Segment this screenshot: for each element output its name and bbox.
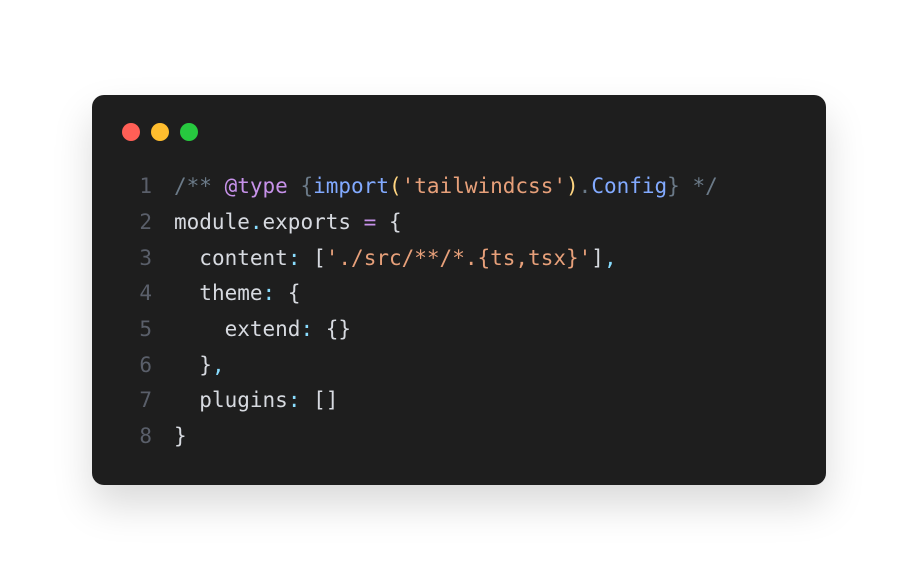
- code-line: 4 theme: {: [122, 276, 796, 312]
- token-identifier: exports: [263, 210, 352, 234]
- code-content: plugins: []: [174, 383, 338, 419]
- line-number: 7: [122, 383, 152, 419]
- code-content: }: [174, 419, 187, 455]
- token-colon: :: [263, 281, 288, 305]
- token-brace: {: [288, 281, 301, 305]
- code-line: 3 content: ['./src/**/*.{ts,tsx}'],: [122, 241, 796, 277]
- token-colon: :: [288, 246, 313, 270]
- token-paren: (: [389, 174, 402, 198]
- token-bracket: [: [313, 246, 326, 270]
- token-string: 'tailwindcss': [402, 174, 566, 198]
- token-comma: ,: [604, 246, 617, 270]
- maximize-icon[interactable]: [180, 123, 198, 141]
- line-number: 4: [122, 276, 152, 312]
- code-content: module.exports = {: [174, 205, 402, 241]
- token-indent: [174, 353, 199, 377]
- token-dot: .: [250, 210, 263, 234]
- token-brackets: []: [313, 388, 338, 412]
- line-number: 8: [122, 419, 152, 455]
- token-key: plugins: [199, 388, 288, 412]
- token-indent: [174, 317, 225, 341]
- token-colon: :: [288, 388, 313, 412]
- token-paren: ): [566, 174, 579, 198]
- code-content: extend: {}: [174, 312, 351, 348]
- code-content: theme: {: [174, 276, 300, 312]
- code-content: },: [174, 348, 225, 384]
- token-space: [288, 174, 301, 198]
- token-indent: [174, 246, 199, 270]
- token-brace: {: [300, 174, 313, 198]
- token-import: import: [313, 174, 389, 198]
- token-bracket: ]: [591, 246, 604, 270]
- code-area[interactable]: 1 /** @type {import('tailwindcss').Confi…: [122, 169, 796, 455]
- token-comment: */: [680, 174, 718, 198]
- token-brace: {: [389, 210, 402, 234]
- code-line: 8 }: [122, 419, 796, 455]
- token-key: content: [199, 246, 288, 270]
- line-number: 5: [122, 312, 152, 348]
- token-dot: .: [579, 174, 592, 198]
- token-operator: =: [351, 210, 389, 234]
- token-key: extend: [225, 317, 301, 341]
- token-colon: :: [300, 317, 325, 341]
- token-string: './src/**/*.{ts,tsx}': [326, 246, 592, 270]
- token-comma: ,: [212, 353, 225, 377]
- code-editor-window: 1 /** @type {import('tailwindcss').Confi…: [92, 95, 826, 485]
- line-number: 6: [122, 348, 152, 384]
- code-line: 5 extend: {}: [122, 312, 796, 348]
- code-line: 2 module.exports = {: [122, 205, 796, 241]
- token-type: Config: [591, 174, 667, 198]
- code-line: 1 /** @type {import('tailwindcss').Confi…: [122, 169, 796, 205]
- minimize-icon[interactable]: [151, 123, 169, 141]
- window-controls: [122, 123, 796, 141]
- token-braces: {}: [326, 317, 351, 341]
- code-line: 7 plugins: []: [122, 383, 796, 419]
- token-indent: [174, 281, 199, 305]
- token-key: theme: [199, 281, 262, 305]
- line-number: 2: [122, 205, 152, 241]
- token-brace: }: [174, 424, 187, 448]
- token-identifier: module: [174, 210, 250, 234]
- token-comment: /**: [174, 174, 225, 198]
- token-jsdoc-tag: @type: [225, 174, 288, 198]
- close-icon[interactable]: [122, 123, 140, 141]
- line-number: 1: [122, 169, 152, 205]
- token-brace: }: [667, 174, 680, 198]
- code-content: /** @type {import('tailwindcss').Config}…: [174, 169, 718, 205]
- code-line: 6 },: [122, 348, 796, 384]
- line-number: 3: [122, 241, 152, 277]
- code-content: content: ['./src/**/*.{ts,tsx}'],: [174, 241, 617, 277]
- token-indent: [174, 388, 199, 412]
- token-brace: }: [199, 353, 212, 377]
